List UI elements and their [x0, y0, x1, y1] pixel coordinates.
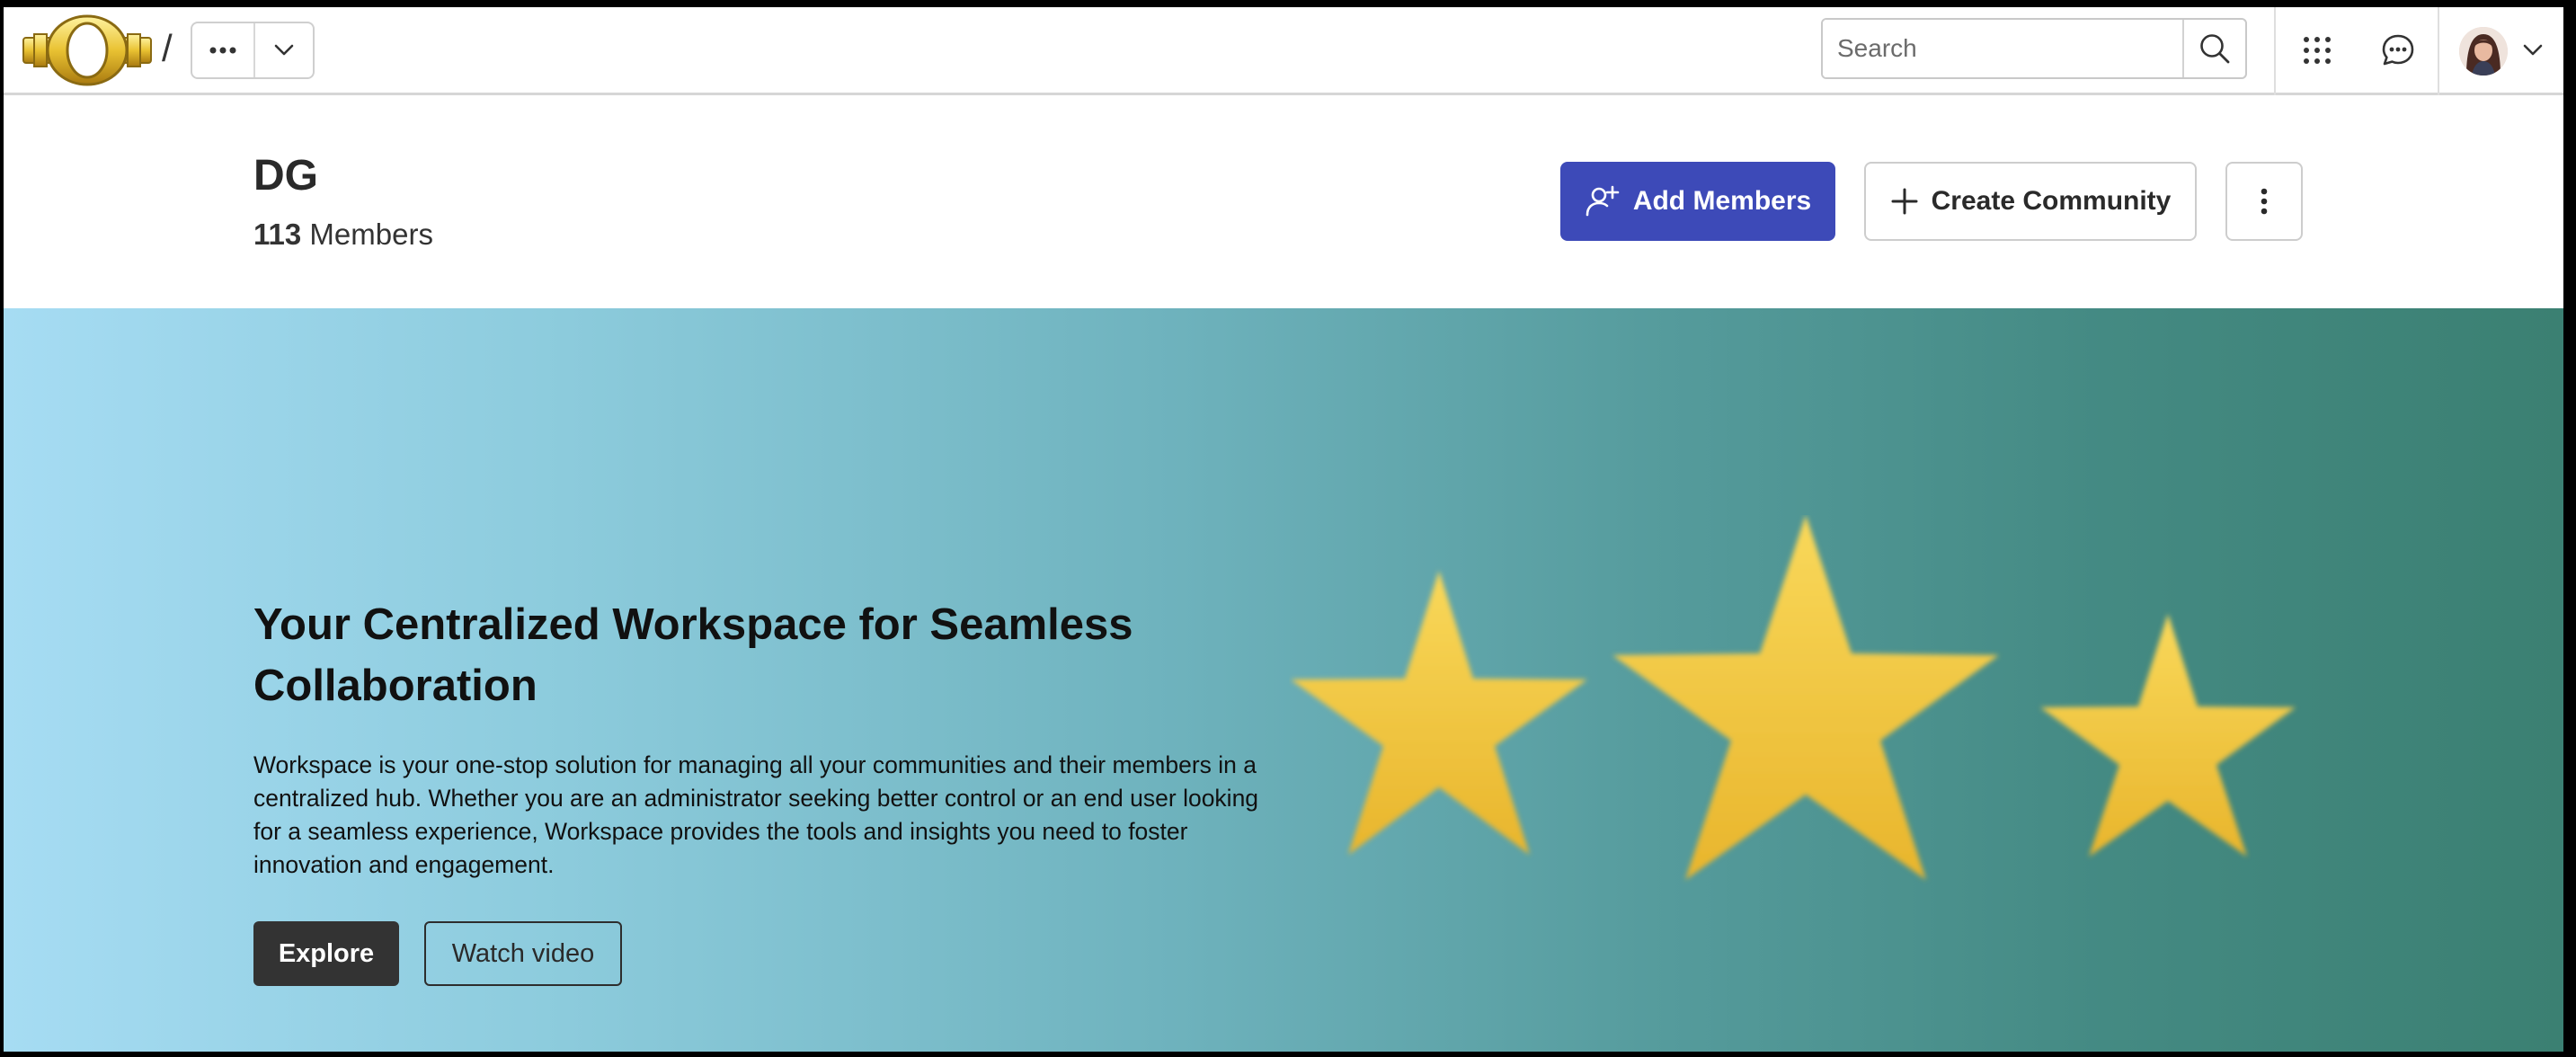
divider [2274, 7, 2276, 95]
breadcrumb-menu [191, 22, 315, 79]
chat-button[interactable] [2373, 25, 2423, 76]
logo-emblem[interactable] [22, 13, 153, 88]
avatar[interactable] [2459, 27, 2508, 76]
star-icon [1612, 515, 1999, 880]
breadcrumb-separator: / [162, 27, 173, 69]
star-icon [2040, 614, 2296, 857]
chevron-down-icon [274, 44, 294, 56]
kebab-icon [2261, 188, 2268, 215]
breadcrumb-dropdown-button[interactable] [255, 23, 313, 77]
member-count-label: Members [309, 218, 433, 251]
stars-illustration [1291, 515, 2296, 880]
star-icon [1291, 571, 1587, 855]
search-box [1821, 18, 2247, 79]
more-options-button[interactable] [2225, 162, 2303, 241]
watch-video-button[interactable]: Watch video [424, 921, 622, 986]
more-breadcrumbs-button[interactable] [192, 23, 255, 77]
add-members-button[interactable]: Add Members [1560, 162, 1835, 241]
explore-button[interactable]: Explore [253, 921, 399, 986]
chevron-down-icon [2523, 44, 2543, 56]
divider [2438, 7, 2439, 95]
apps-button[interactable] [2292, 25, 2342, 76]
page-title: DG [253, 152, 318, 200]
more-horizontal-icon [209, 47, 236, 54]
add-members-label: Add Members [1632, 186, 1812, 216]
profile-menu-button[interactable] [2517, 25, 2549, 76]
app-window: / Search DG 113 Members Add Members Crea… [4, 7, 2563, 1052]
chat-icon [2382, 34, 2414, 66]
search-icon [2200, 34, 2230, 64]
search-input[interactable] [1823, 20, 2182, 77]
hero-banner: Your Centralized Workspace for Seamless … [4, 308, 2563, 1052]
create-community-label: Create Community [1931, 186, 2172, 216]
search-button[interactable] [2182, 20, 2245, 77]
top-bar: / [4, 7, 2563, 95]
hero-description: Workspace is your one-stop solution for … [253, 751, 1259, 878]
apps-grid-icon [2304, 37, 2331, 64]
add-user-icon [1585, 183, 1621, 219]
create-community-button[interactable]: Create Community [1864, 162, 2197, 241]
member-count-value: 113 [253, 218, 302, 251]
member-count: 113 Members [253, 218, 433, 252]
plus-icon [1890, 187, 1919, 216]
hero-title: Your Centralized Workspace for Seamless … [253, 600, 1133, 710]
